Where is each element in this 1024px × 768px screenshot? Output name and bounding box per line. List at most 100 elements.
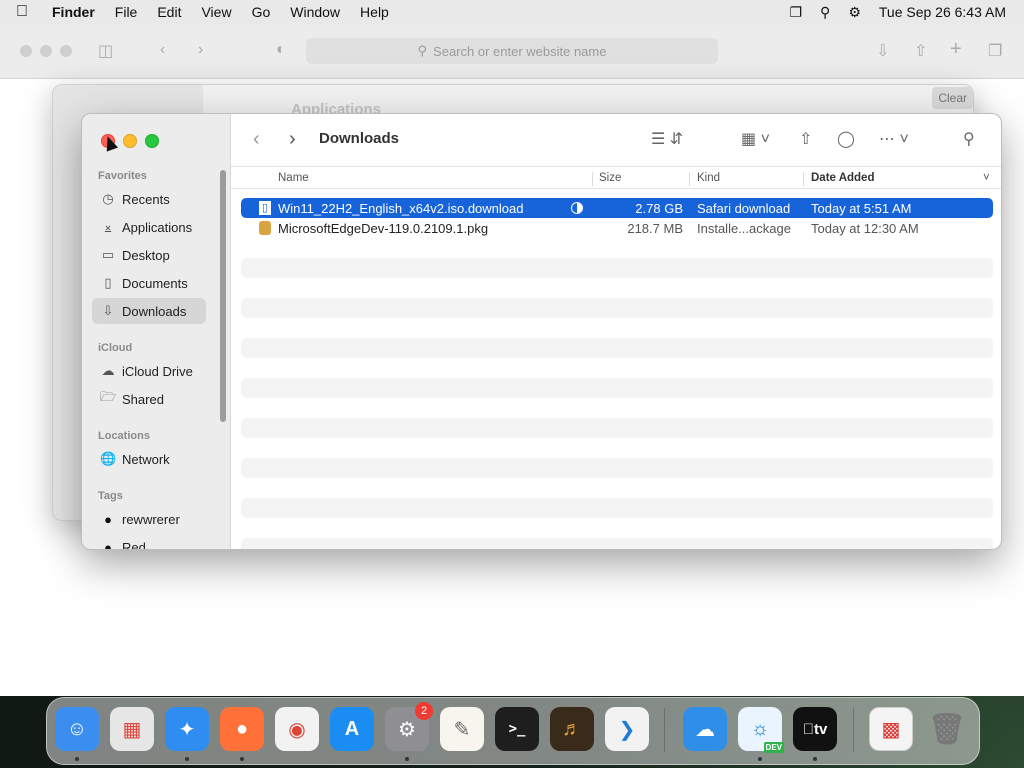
- menu-go[interactable]: Go: [252, 4, 271, 20]
- column-date-added[interactable]: Date Added: [811, 172, 874, 184]
- sidebar-item-desktop[interactable]: ▭ Desktop: [92, 242, 206, 268]
- sidebar-item-tag-rewwrerer[interactable]: ● rewwrerer: [92, 506, 206, 532]
- clear-button[interactable]: Clear: [932, 87, 973, 109]
- sidebar-item-documents[interactable]: ▯ Documents: [92, 270, 206, 296]
- sidebar-item-network[interactable]: 🌐 Network: [92, 446, 206, 472]
- sidebar-toggle-icon[interactable]: ◫: [98, 41, 113, 61]
- search-icon: ⚲: [417, 43, 428, 58]
- menu-app-name[interactable]: Finder: [52, 4, 95, 20]
- zoom-button[interactable]: [145, 134, 159, 148]
- tag-dot-icon: ●: [104, 539, 112, 550]
- empty-row: [241, 238, 993, 258]
- list-view-icon[interactable]: ☰ ⇵: [651, 129, 683, 149]
- sidebar-item-label: Documents: [122, 275, 188, 291]
- file-date: Today at 5:51 AM: [811, 200, 912, 216]
- file-kind: Safari download: [697, 200, 791, 216]
- menu-help[interactable]: Help: [360, 4, 389, 20]
- file-name: MicrosoftEdgeDev-119.0.2109.1.pkg: [278, 220, 489, 236]
- forward-icon[interactable]: ›: [198, 41, 203, 59]
- empty-row: [241, 258, 993, 278]
- menu-clock[interactable]: Tue Sep 26 6:43 AM: [879, 4, 1006, 20]
- safari-app-icon[interactable]: ✦: [165, 707, 209, 751]
- sidebar-scrollbar[interactable]: [220, 170, 226, 422]
- terminal-app-icon[interactable]: >_: [495, 707, 539, 751]
- column-divider[interactable]: [689, 172, 690, 186]
- close-button[interactable]: [20, 45, 32, 57]
- sidebar-item-recents[interactable]: ◷ Recents: [92, 186, 206, 212]
- forward-icon[interactable]: ›: [289, 128, 296, 151]
- menu-file[interactable]: File: [115, 4, 138, 20]
- file-row[interactable]: MicrosoftEdgeDev-119.0.2109.1.pkg 218.7 …: [241, 218, 993, 238]
- document-icon: ▯: [259, 201, 271, 215]
- file-size: 2.78 GB: [635, 200, 683, 216]
- more-actions-icon[interactable]: ⋯ ˅: [879, 129, 909, 149]
- empty-row: [241, 338, 993, 358]
- garageband-app-icon[interactable]: ♬: [550, 707, 594, 751]
- column-size[interactable]: Size: [599, 172, 621, 184]
- sidebar-item-label: Red: [122, 539, 146, 550]
- tab-overview-icon[interactable]: ❐: [988, 41, 1002, 61]
- column-name[interactable]: Name: [278, 172, 309, 184]
- vscode-app-icon[interactable]: ❯: [605, 707, 649, 751]
- empty-row: [241, 538, 993, 549]
- finder-app-icon[interactable]: ☺: [55, 707, 99, 751]
- menu-window[interactable]: Window: [290, 4, 340, 20]
- applications-icon: ⨱: [104, 219, 112, 234]
- empty-row: [241, 398, 993, 418]
- apple-menu-icon[interactable]: : [16, 3, 38, 21]
- window-title: Downloads: [319, 130, 400, 147]
- spotlight-icon[interactable]: ⚲: [820, 4, 830, 21]
- notification-badge: 2: [415, 702, 433, 720]
- minimize-button[interactable]: [123, 134, 137, 148]
- sidebar-item-label: iCloud Drive: [122, 363, 193, 379]
- column-kind[interactable]: Kind: [697, 172, 720, 184]
- downloads-stack-icon[interactable]: ▩: [869, 707, 913, 751]
- dock: ☺ ▦ ✦ ● ◉ A ⚙ 2 ✎ >_ ♬ ❯ ☁ DEV☼ tv ▩ 🗑: [46, 697, 980, 765]
- search-icon[interactable]: ⚲: [963, 129, 975, 149]
- sidebar-item-tag-red[interactable]: ● Red: [92, 534, 206, 550]
- file-name: Win11_22H2_English_x64v2.iso.download: [278, 200, 524, 216]
- downloads-icon[interactable]: ⇩: [876, 41, 889, 61]
- control-center-icon[interactable]: ⚙: [848, 4, 861, 21]
- finder-sidebar: Favorites ◷ Recents ⨱ Applications ▭ Des…: [82, 114, 231, 549]
- share-icon[interactable]: ⇧: [914, 41, 927, 61]
- sidebar-item-label: Shared: [122, 391, 164, 407]
- tag-icon[interactable]: ◯: [837, 129, 855, 149]
- weather-app-icon[interactable]: ☁: [683, 707, 727, 751]
- sidebar-item-shared[interactable]: 🗁 Shared: [92, 386, 206, 412]
- privacy-shield-icon[interactable]: ◐: [276, 41, 286, 59]
- file-row[interactable]: ▯ Win11_22H2_English_x64v2.iso.download …: [241, 198, 993, 218]
- chrome-app-icon[interactable]: ◉: [275, 707, 319, 751]
- sidebar-item-icloud-drive[interactable]: ☁ iCloud Drive: [92, 358, 206, 384]
- stage-manager-icon[interactable]: ❐: [789, 4, 802, 21]
- zoom-button[interactable]: [60, 45, 72, 57]
- menu-bar:  Finder File Edit View Go Window Help ❐…: [0, 0, 1024, 24]
- minimize-button[interactable]: [40, 45, 52, 57]
- menu-view[interactable]: View: [201, 4, 231, 20]
- back-icon[interactable]: ‹: [253, 128, 260, 151]
- apple-tv-app-icon[interactable]: tv: [793, 707, 837, 751]
- favorites-header: Favorites: [98, 170, 147, 182]
- launchpad-app-icon[interactable]: ▦: [110, 707, 154, 751]
- trash-icon[interactable]: 🗑: [925, 707, 969, 751]
- sort-chevron-icon[interactable]: ˅: [983, 172, 990, 184]
- tags-header: Tags: [98, 490, 123, 502]
- menu-edit[interactable]: Edit: [157, 4, 181, 20]
- sidebar-item-downloads[interactable]: ⇩ Downloads: [92, 298, 206, 324]
- empty-row: [241, 298, 993, 318]
- network-icon: 🌐: [100, 451, 117, 466]
- column-divider[interactable]: [592, 172, 593, 186]
- column-divider[interactable]: [803, 172, 804, 186]
- back-icon[interactable]: ‹: [160, 41, 165, 59]
- textedit-app-icon[interactable]: ✎: [440, 707, 484, 751]
- edge-dev-app-icon[interactable]: DEV ☼: [738, 707, 784, 753]
- firefox-app-icon[interactable]: ●: [220, 707, 264, 751]
- package-icon: [259, 221, 271, 235]
- share-icon[interactable]: ⇧: [799, 129, 812, 149]
- group-icon[interactable]: ▦ ˅: [741, 129, 770, 149]
- app-store-app-icon[interactable]: A: [330, 707, 374, 751]
- sidebar-item-applications[interactable]: ⨱ Applications: [92, 214, 206, 240]
- sidebar-item-label: Applications: [122, 219, 193, 235]
- address-bar[interactable]: ⚲ Search or enter website name: [306, 38, 718, 64]
- new-tab-icon[interactable]: +: [950, 38, 962, 61]
